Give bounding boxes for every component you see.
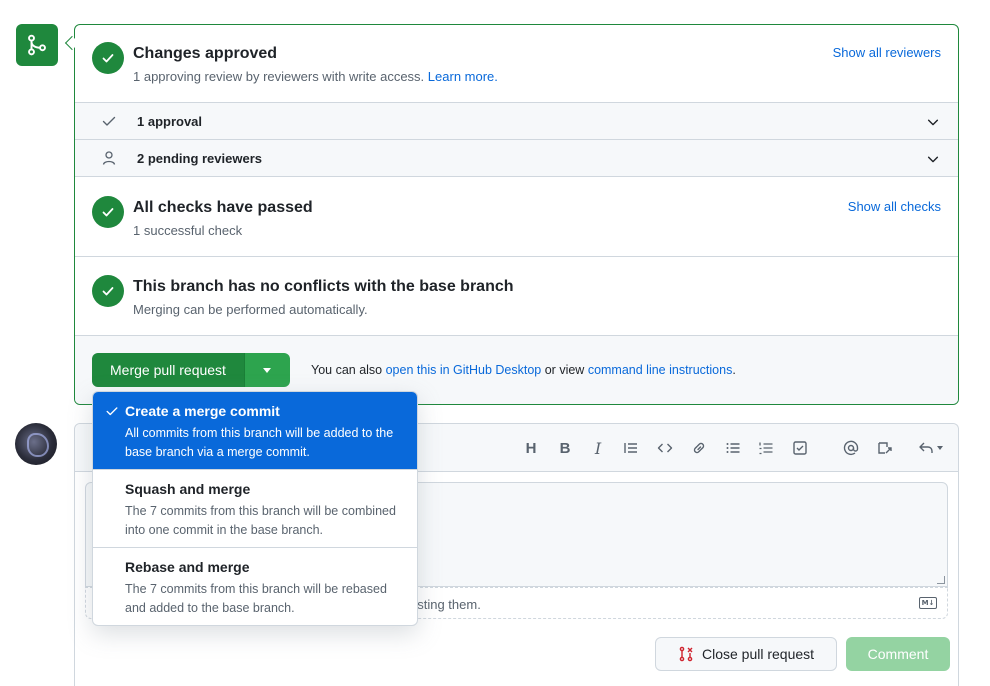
ordered-list-icon: [759, 442, 773, 455]
comment-button[interactable]: Comment: [846, 637, 950, 671]
merge-option-description: All commits from this branch will be add…: [125, 426, 394, 459]
checks-title: All checks have passed: [133, 199, 313, 216]
merge-pull-request-button[interactable]: Merge pull request: [92, 353, 244, 387]
caret-down-icon: [263, 367, 272, 373]
ordered-list-button[interactable]: [755, 438, 777, 458]
check-circle-icon: [92, 275, 124, 307]
merge-box: Changes approved 1 approving review by r…: [74, 24, 959, 405]
alternative-merge-text: You can also open this in GitHub Desktop…: [311, 363, 736, 377]
heading-button[interactable]: H: [520, 438, 542, 458]
check-icon: [102, 116, 116, 126]
pending-reviewers-label: 2 pending reviewers: [137, 151, 262, 166]
pending-reviewers-row[interactable]: 2 pending reviewers: [75, 140, 958, 177]
close-pull-request-button[interactable]: Close pull request: [655, 637, 837, 671]
merge-method-dropdown-button[interactable]: [243, 353, 290, 387]
approvals-row[interactable]: 1 approval: [75, 103, 958, 140]
approvals-label: 1 approval: [137, 114, 203, 129]
code-button[interactable]: [654, 438, 676, 458]
approved-subtitle: 1 approving review by reviewers with wri…: [133, 69, 498, 84]
task-list-button[interactable]: [789, 438, 811, 458]
link-button[interactable]: [688, 438, 710, 458]
italic-button[interactable]: I: [587, 438, 609, 458]
conflicts-subtitle: Merging can be performed automatically.: [133, 302, 368, 317]
cross-reference-icon: [878, 442, 892, 454]
merge-option-create-merge-commit[interactable]: Create a merge commit All commits from t…: [93, 392, 417, 470]
link-icon: [693, 442, 705, 454]
chevron-down-icon: [927, 119, 939, 126]
learn-more-link[interactable]: Learn more.: [428, 69, 498, 84]
show-all-reviewers-link[interactable]: Show all reviewers: [833, 45, 941, 60]
person-icon: [102, 151, 116, 165]
saved-replies-button[interactable]: [913, 438, 947, 458]
reply-icon: [918, 442, 933, 453]
merge-option-description: The 7 commits from this branch will be r…: [125, 582, 387, 615]
merge-option-description: The 7 commits from this branch will be c…: [125, 504, 396, 537]
close-pull-request-label: Close pull request: [701, 646, 815, 662]
mention-button[interactable]: [840, 438, 862, 458]
github-desktop-link[interactable]: open this in GitHub Desktop: [386, 363, 542, 377]
attach-files-text: asting them.: [410, 597, 481, 612]
bold-button[interactable]: B: [554, 438, 576, 458]
check-circle-icon: [92, 42, 124, 74]
conflicts-title: This branch has no conflicts with the ba…: [133, 278, 514, 295]
approval-section: Changes approved 1 approving review by r…: [75, 25, 958, 103]
approved-title: Changes approved: [133, 45, 278, 62]
checks-section: All checks have passed 1 successful chec…: [75, 178, 958, 257]
merge-option-title: Squash and merge: [125, 481, 251, 497]
task-list-icon: [793, 441, 807, 455]
resize-handle[interactable]: [937, 576, 945, 584]
avatar[interactable]: [15, 423, 57, 465]
command-line-link[interactable]: command line instructions: [588, 363, 733, 377]
merge-status-icon: [16, 24, 58, 66]
merge-button-group: Merge pull request: [92, 353, 290, 387]
checks-subtitle: 1 successful check: [133, 223, 243, 238]
reference-button[interactable]: [874, 438, 896, 458]
pull-request-closed-icon: [679, 646, 693, 662]
show-all-checks-link[interactable]: Show all checks: [848, 199, 941, 214]
merge-option-title: Create a merge commit: [125, 403, 280, 419]
caret-down-icon: [936, 446, 943, 450]
markdown-icon: M↓: [919, 597, 937, 609]
git-merge-icon: [28, 34, 46, 56]
quote-icon: [624, 443, 637, 453]
check-circle-icon: [92, 196, 124, 228]
check-icon: [106, 407, 118, 416]
chevron-down-icon: [927, 156, 939, 163]
mention-icon: [843, 440, 859, 456]
merge-option-rebase-and-merge[interactable]: Rebase and merge The 7 commits from this…: [93, 548, 417, 625]
conflicts-section: This branch has no conflicts with the ba…: [75, 257, 958, 336]
quote-button[interactable]: [620, 438, 642, 458]
unordered-list-icon: [726, 443, 740, 453]
code-icon: [657, 443, 673, 453]
merge-method-menu: Create a merge commit All commits from t…: [92, 391, 418, 626]
merge-option-title: Rebase and merge: [125, 559, 250, 575]
merge-option-squash-and-merge[interactable]: Squash and merge The 7 commits from this…: [93, 470, 417, 548]
unordered-list-button[interactable]: [722, 438, 744, 458]
